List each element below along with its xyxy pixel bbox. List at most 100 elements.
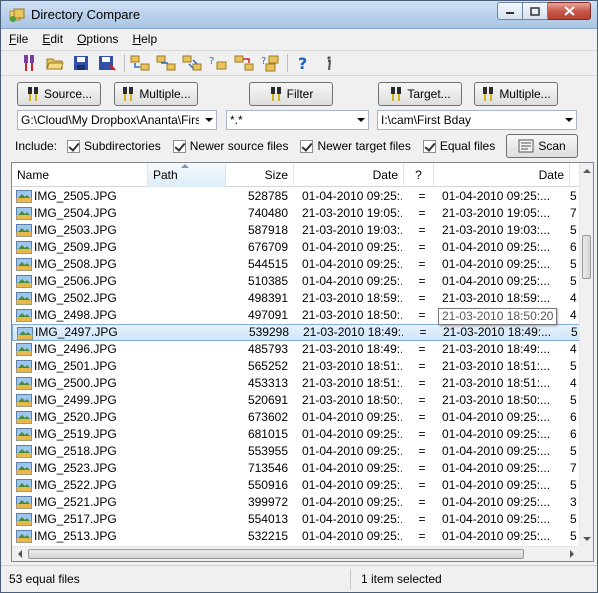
- save-as-icon[interactable]: [95, 52, 119, 74]
- image-file-icon: [17, 327, 33, 340]
- scroll-right-icon[interactable]: [566, 547, 578, 561]
- subdirectories-checkbox[interactable]: Subdirectories: [67, 139, 161, 153]
- table-row[interactable]: IMG_2504.JPG 740480 21-03-2010 19:05:... = 2…: [12, 205, 580, 222]
- column-compare[interactable]: ?: [404, 163, 434, 187]
- info-icon[interactable]: [317, 52, 341, 74]
- filter-files-icon[interactable]: ?: [258, 52, 282, 74]
- menu-edit[interactable]: Edit: [42, 32, 63, 46]
- vertical-scroll-thumb[interactable]: [582, 235, 591, 279]
- window-controls: [497, 2, 591, 20]
- row-compare-result: =: [418, 427, 426, 441]
- column-path[interactable]: Path: [148, 163, 226, 187]
- multiple-target-button[interactable]: Multiple...: [474, 82, 558, 106]
- column-size[interactable]: Size: [226, 163, 294, 187]
- row-source-date: 01-04-2010 09:25:...: [302, 461, 402, 475]
- table-row[interactable]: IMG_2496.JPG 485793 21-03-2010 18:49:... = 2…: [12, 341, 580, 358]
- table-row[interactable]: IMG_2519.JPG 681015 01-04-2010 09:25:... = 0…: [12, 426, 580, 443]
- row-source-date: 21-03-2010 18:49:...: [302, 342, 402, 356]
- chevron-down-icon[interactable]: [357, 118, 365, 122]
- title-bar[interactable]: Directory Compare: [1, 1, 597, 29]
- multiple-source-button[interactable]: Multiple...: [114, 82, 198, 106]
- column-name[interactable]: Name: [12, 163, 148, 187]
- table-row[interactable]: IMG_2521.JPG 399972 01-04-2010 09:25:... = 0…: [12, 494, 580, 511]
- table-row[interactable]: IMG_2520.JPG 673602 01-04-2010 09:25:... = 0…: [12, 409, 580, 426]
- menu-file-label: ile: [16, 32, 29, 46]
- scrollbar-corner: [578, 546, 593, 561]
- row-source-date: 21-03-2010 18:51:...: [302, 376, 402, 390]
- sync-icon[interactable]: [180, 52, 204, 74]
- column-target-date-label: Date: [538, 168, 564, 182]
- newer-source-checkbox[interactable]: Newer source files: [172, 139, 288, 153]
- scroll-left-icon[interactable]: [14, 547, 26, 561]
- minimize-button[interactable]: [497, 2, 523, 20]
- include-label: Include:: [15, 139, 58, 153]
- target-button[interactable]: Target...: [378, 82, 462, 106]
- table-row[interactable]: IMG_2501.JPG 565252 21-03-2010 18:51:... = 2…: [12, 358, 580, 375]
- image-file-icon: [16, 275, 32, 288]
- row-size: 510385: [247, 274, 288, 288]
- scan-button[interactable]: Scan: [506, 134, 578, 158]
- chevron-down-icon[interactable]: [565, 118, 573, 122]
- table-row[interactable]: IMG_2518.JPG 553955 01-04-2010 09:25:... = 0…: [12, 443, 580, 460]
- table-row[interactable]: IMG_2506.JPG 510385 01-04-2010 09:25:... = 0…: [12, 273, 580, 290]
- table-row[interactable]: IMG_2522.JPG 550916 01-04-2010 09:25:... = 0…: [12, 477, 580, 494]
- help-icon[interactable]: ?: [291, 52, 315, 74]
- row-target-date: 21-03-2010 18:50:...: [442, 393, 551, 407]
- copy-right-icon[interactable]: [154, 52, 178, 74]
- row-compare-result: =: [418, 189, 426, 203]
- target-button-label: Target...: [407, 87, 451, 101]
- scan-icon: [518, 139, 534, 153]
- pliers-icon[interactable]: [17, 52, 41, 74]
- close-button[interactable]: [548, 2, 591, 20]
- image-file-icon: [16, 190, 32, 203]
- row-source-date: 01-04-2010 09:25:...: [302, 478, 402, 492]
- table-row[interactable]: IMG_2503.JPG 587918 21-03-2010 19:03:... = 2…: [12, 222, 580, 239]
- filter-button[interactable]: Filter: [249, 82, 333, 106]
- row-compare-result: =: [418, 495, 426, 509]
- equal-files-checkbox[interactable]: Equal files: [422, 139, 495, 153]
- table-row[interactable]: IMG_2500.JPG 453313 21-03-2010 18:51:... = 2…: [12, 375, 580, 392]
- source-path-combo[interactable]: G:\Cloud\My Dropbox\Ananta\First B: [17, 110, 217, 130]
- move-icon[interactable]: [232, 52, 256, 74]
- menu-help[interactable]: Help: [132, 32, 157, 46]
- vertical-scrollbar[interactable]: [579, 163, 593, 547]
- filter-combo[interactable]: *.*: [226, 110, 369, 130]
- target-path-combo[interactable]: I:\cam\First Bday: [377, 110, 577, 130]
- column-source-date[interactable]: Date: [294, 163, 404, 187]
- row-size: 554013: [247, 512, 288, 526]
- open-folder-icon[interactable]: [43, 52, 67, 74]
- row-name: IMG_2505.JPG: [34, 189, 117, 203]
- row-source-date: 01-04-2010 09:25:...: [302, 274, 402, 288]
- table-row[interactable]: IMG_2517.JPG 554013 01-04-2010 09:25:... = 0…: [12, 511, 580, 528]
- table-row[interactable]: IMG_2497.JPG 539298 21-03-2010 18:49:... = 2…: [12, 324, 580, 341]
- table-row[interactable]: IMG_2523.JPG 713546 01-04-2010 09:25:... = 0…: [12, 460, 580, 477]
- horizontal-scroll-thumb[interactable]: [28, 549, 524, 559]
- row-target-date: 21-03-2010 19:05:...: [442, 206, 551, 220]
- scroll-down-icon[interactable]: [580, 533, 594, 545]
- source-button[interactable]: Source...: [17, 82, 101, 106]
- save-icon[interactable]: [69, 52, 93, 74]
- row-target-date: 21-03-2010 19:03:...: [442, 223, 551, 237]
- row-size: 740480: [247, 206, 288, 220]
- table-row[interactable]: IMG_2505.JPG 528785 01-04-2010 09:25:... = 0…: [12, 188, 580, 205]
- menu-file[interactable]: File: [9, 32, 28, 46]
- table-row[interactable]: IMG_2513.JPG 532215 01-04-2010 09:25:... = 0…: [12, 528, 580, 545]
- row-target-date: 21-03-2010 18:59:...: [442, 291, 551, 305]
- table-row[interactable]: IMG_2499.JPG 520691 21-03-2010 18:50:... = 2…: [12, 392, 580, 409]
- image-file-icon: [16, 258, 32, 271]
- column-target-date[interactable]: Date: [434, 163, 570, 187]
- file-list[interactable]: Name Path Size Date ? Date IMG_2505.JPG 5…: [11, 162, 594, 562]
- row-source-date: 01-04-2010 09:25:...: [302, 529, 402, 543]
- maximize-button[interactable]: [523, 2, 548, 20]
- table-row[interactable]: IMG_2508.JPG 544515 01-04-2010 09:25:... = 0…: [12, 256, 580, 273]
- table-row[interactable]: IMG_2509.JPG 676709 01-04-2010 09:25:... = 0…: [12, 239, 580, 256]
- table-row[interactable]: IMG_2502.JPG 498391 21-03-2010 18:59:... = 2…: [12, 290, 580, 307]
- unknown-files-icon[interactable]: ?: [206, 52, 230, 74]
- compare-all-icon[interactable]: [128, 52, 152, 74]
- newer-target-checkbox[interactable]: Newer target files: [300, 139, 411, 153]
- scroll-up-icon[interactable]: [580, 165, 594, 177]
- menu-options[interactable]: Options: [77, 32, 118, 46]
- horizontal-scrollbar[interactable]: [12, 546, 580, 561]
- chevron-down-icon[interactable]: [205, 118, 213, 122]
- row-source-date: 21-03-2010 19:05:...: [302, 206, 402, 220]
